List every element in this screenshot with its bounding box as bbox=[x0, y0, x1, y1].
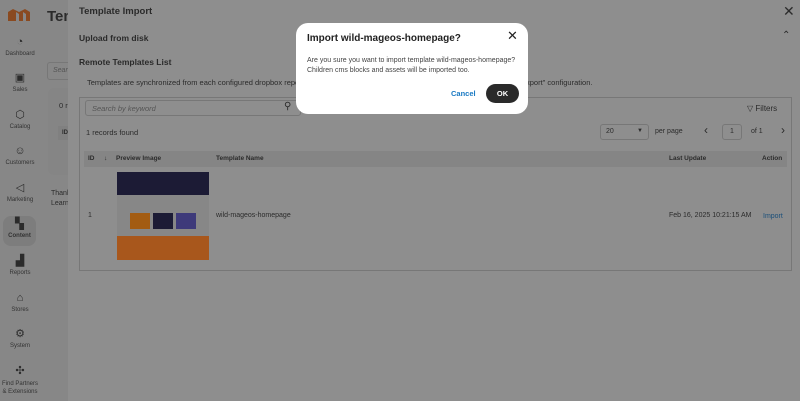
cancel-button[interactable]: Cancel bbox=[451, 89, 476, 98]
col-name[interactable]: Template Name bbox=[216, 155, 264, 162]
bar-chart-icon: ▟ bbox=[15, 255, 25, 267]
next-page-button[interactable]: › bbox=[781, 123, 785, 137]
col-preview: Preview Image bbox=[116, 155, 162, 162]
modal-title: Import wild-mageos-homepage? bbox=[307, 33, 461, 44]
table-row: 1 wild-mageos-homepage Feb 16, 2025 10:2… bbox=[84, 167, 787, 265]
description: Templates are synchronized from each con… bbox=[87, 78, 311, 87]
sidebar-item-sales[interactable]: ▣ Sales bbox=[0, 72, 40, 93]
sidebar-item-system[interactable]: ⚙ System bbox=[0, 328, 40, 349]
last-update: Feb 16, 2025 10:21:15 AM bbox=[669, 212, 752, 219]
per-page-select[interactable]: 20 ▼ bbox=[600, 124, 649, 140]
templates-grid: Search by keyword ⚲ ▽ Filters 1 records … bbox=[79, 97, 792, 271]
page-input[interactable]: 1 bbox=[722, 124, 742, 140]
megaphone-icon: ◁ bbox=[15, 182, 25, 194]
chevron-up-icon[interactable]: ⌃ bbox=[782, 30, 790, 41]
modal-close-icon[interactable]: ✕ bbox=[507, 28, 518, 44]
search-input[interactable]: Search by keyword bbox=[85, 100, 301, 116]
sidebar-item-marketing[interactable]: ◁ Marketing bbox=[0, 182, 40, 203]
remote-section-title: Remote Templates List bbox=[79, 57, 172, 67]
table-header: ID ↓ Preview Image Template Name Last Up… bbox=[84, 151, 787, 167]
records-count: 1 records found bbox=[86, 128, 139, 137]
import-confirm-modal: Import wild-mageos-homepage? ✕ Are you s… bbox=[296, 23, 528, 114]
sidebar-item-content[interactable]: ▚ Content bbox=[3, 216, 36, 246]
col-action: Action bbox=[762, 155, 783, 162]
sidebar-item-stores[interactable]: ⌂ Stores bbox=[0, 292, 40, 313]
upload-section-toggle[interactable]: Upload from disk bbox=[79, 33, 148, 43]
col-id[interactable]: ID bbox=[88, 155, 95, 162]
sidebar-item-reports[interactable]: ▟ Reports bbox=[0, 255, 40, 276]
prev-page-button[interactable]: ‹ bbox=[704, 123, 708, 137]
modal-message: Are you sure you want to import template… bbox=[307, 57, 516, 74]
sidebar-item-catalog[interactable]: ⬡ Catalog bbox=[0, 109, 40, 130]
store-icon: ⌂ bbox=[16, 292, 24, 304]
filters-button[interactable]: ▽ Filters bbox=[747, 104, 777, 113]
filter-icon: ▽ bbox=[747, 104, 754, 113]
template-name: wild-mageos-homepage bbox=[216, 212, 291, 219]
description-end: xport" configuration. bbox=[526, 78, 593, 87]
gear-icon: ⚙ bbox=[15, 328, 25, 340]
puzzle-icon: ✣ bbox=[15, 365, 25, 377]
close-icon[interactable]: ✕ bbox=[783, 3, 795, 20]
layout-icon: ▚ bbox=[15, 218, 24, 230]
sidebar-item-dashboard[interactable]: ◔ Dashboard bbox=[0, 36, 40, 57]
caret-down-icon: ▼ bbox=[637, 128, 643, 134]
sidebar-item-customers[interactable]: ☺ Customers bbox=[0, 145, 40, 166]
col-updated[interactable]: Last Update bbox=[669, 155, 706, 162]
preview-image bbox=[117, 172, 209, 260]
box-icon: ⬡ bbox=[15, 109, 25, 121]
gauge-icon: ◔ bbox=[16, 36, 24, 48]
sort-arrow-icon[interactable]: ↓ bbox=[104, 155, 107, 162]
cash-icon: ▣ bbox=[14, 72, 26, 84]
logo-icon bbox=[8, 9, 30, 21]
search-icon[interactable]: ⚲ bbox=[284, 101, 291, 112]
sidebar-item-partners[interactable]: ✣ Find Partners & Extensions bbox=[0, 365, 40, 396]
people-icon: ☺ bbox=[14, 145, 26, 157]
import-link[interactable]: Import bbox=[763, 213, 783, 220]
ok-button[interactable]: OK bbox=[486, 84, 519, 103]
panel-title: Template Import bbox=[79, 6, 153, 17]
